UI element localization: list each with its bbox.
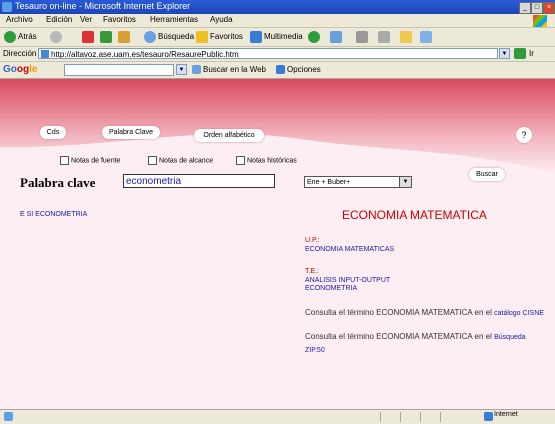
te-link-econometria[interactable]: ECONOMETRIA bbox=[305, 285, 357, 292]
search-button[interactable]: Buscar bbox=[469, 168, 505, 181]
menu-favorites[interactable]: Favoritos bbox=[103, 15, 136, 24]
print-icon bbox=[356, 30, 368, 43]
address-label: Dirección bbox=[3, 49, 37, 58]
checkbox-notas-historicas[interactable]: Notas históricas bbox=[236, 156, 297, 165]
history-icon bbox=[308, 30, 320, 43]
ie-logo-icon bbox=[2, 2, 12, 12]
favorites-button[interactable]: Favoritos bbox=[196, 30, 243, 44]
address-bar: Dirección http://altavoz.ase.uam.es/tesa… bbox=[0, 47, 555, 62]
address-url: http://altavoz.ase.uam.es/tesauro/Resaur… bbox=[51, 50, 239, 59]
term-title: ECONOMIA MATEMATICA bbox=[342, 208, 487, 222]
print-button[interactable] bbox=[356, 30, 370, 44]
google-options-button[interactable]: Opciones bbox=[276, 63, 321, 77]
google-search-input[interactable] bbox=[64, 64, 174, 76]
zone-label: Internet bbox=[494, 411, 518, 418]
refresh-icon bbox=[100, 30, 112, 43]
edit-icon bbox=[378, 30, 390, 43]
menu-help[interactable]: Ayuda bbox=[210, 15, 233, 24]
te-link-input-output[interactable]: ANALISIS INPUT-OUTPUT bbox=[305, 277, 390, 284]
globe-icon bbox=[484, 412, 493, 421]
search-mode-select[interactable]: Ene + Buber+ ▼ bbox=[304, 176, 412, 188]
checkbox-notas-alcance[interactable]: Notas de alcance bbox=[148, 156, 213, 165]
te-label: T.E.: bbox=[305, 268, 320, 275]
forward-arrow-icon bbox=[50, 30, 62, 43]
header-wave-background bbox=[0, 79, 555, 174]
close-button[interactable]: × bbox=[543, 2, 555, 14]
menu-file[interactable]: Archivo bbox=[6, 15, 33, 24]
keyword-label: Palabra clave bbox=[20, 175, 96, 190]
go-icon[interactable] bbox=[514, 48, 526, 59]
maximize-button[interactable]: □ bbox=[531, 2, 543, 14]
refresh-button[interactable] bbox=[100, 30, 114, 44]
window-title: Tesauro on-line - Microsoft Internet Exp… bbox=[15, 1, 191, 11]
checkbox-box[interactable] bbox=[60, 156, 69, 165]
tab-cds[interactable]: Cds bbox=[40, 126, 66, 139]
home-button[interactable] bbox=[118, 30, 132, 44]
back-button[interactable]: Atrás bbox=[4, 30, 37, 44]
messenger-button[interactable] bbox=[420, 30, 434, 44]
toolbar: Atrás Búsqueda Favoritos Multimedia bbox=[0, 28, 555, 47]
status-segment bbox=[440, 412, 481, 422]
status-segment bbox=[420, 412, 441, 422]
help-button[interactable]: ? bbox=[516, 127, 532, 143]
binoculars-icon bbox=[192, 65, 201, 75]
folder-button[interactable] bbox=[400, 30, 414, 44]
up-link[interactable]: ECONOMIA MATEMATICAS bbox=[305, 246, 394, 253]
status-segment bbox=[380, 412, 401, 422]
google-dropdown-icon[interactable]: ▼ bbox=[176, 64, 187, 75]
forward-button[interactable] bbox=[50, 30, 64, 44]
mail-icon bbox=[330, 30, 342, 43]
mail-button[interactable] bbox=[330, 30, 344, 44]
windows-logo-icon bbox=[533, 15, 547, 27]
home-icon bbox=[118, 30, 130, 43]
checkbox-box[interactable] bbox=[148, 156, 157, 165]
tab-palabra-clave[interactable]: Palabra Clave bbox=[102, 126, 160, 139]
multimedia-button[interactable]: Multimedia bbox=[250, 30, 303, 44]
consult-catalog-text: Consulta el término ECONOMIA MATEMATICA … bbox=[305, 308, 544, 317]
options-icon bbox=[276, 65, 285, 75]
google-toolbar: Google ▼ Buscar en la Web Opciones bbox=[0, 62, 555, 79]
stop-button[interactable] bbox=[82, 30, 96, 44]
result-list-item[interactable]: E SI ECONOMETRIA bbox=[20, 211, 87, 218]
keyword-input[interactable]: econometria bbox=[123, 174, 275, 188]
catalog-cisne-link[interactable]: catálogo CISNE bbox=[494, 310, 544, 317]
go-label[interactable]: Ir bbox=[529, 49, 534, 58]
menu-tools[interactable]: Herramientas bbox=[150, 15, 198, 24]
page-status-icon bbox=[4, 412, 13, 421]
edit-button[interactable] bbox=[378, 30, 392, 44]
search-icon bbox=[144, 30, 156, 43]
folder-icon bbox=[400, 30, 412, 43]
status-bar: Internet bbox=[0, 409, 555, 424]
up-label: U.P.: bbox=[305, 237, 320, 244]
checkbox-box[interactable] bbox=[236, 156, 245, 165]
back-arrow-icon bbox=[4, 30, 16, 43]
history-button[interactable] bbox=[308, 30, 322, 44]
page-icon bbox=[41, 50, 49, 58]
status-segment bbox=[400, 412, 421, 422]
star-icon bbox=[196, 30, 208, 43]
menu-bar: Archivo Edición Ver Favoritos Herramient… bbox=[0, 14, 555, 28]
page-content: Cds Palabra Clave Orden alfabético ? Not… bbox=[0, 79, 555, 409]
tab-orden-alfabetico[interactable]: Orden alfabético bbox=[194, 129, 264, 142]
title-bar: Tesauro on-line - Microsoft Internet Exp… bbox=[0, 0, 555, 14]
google-logo[interactable]: Google bbox=[3, 64, 37, 75]
minimize-button[interactable]: _ bbox=[519, 2, 531, 14]
stop-icon bbox=[82, 30, 94, 43]
chevron-down-icon[interactable]: ▼ bbox=[399, 177, 411, 187]
address-dropdown-icon[interactable]: ▼ bbox=[499, 48, 510, 59]
google-search-web-button[interactable]: Buscar en la Web bbox=[192, 63, 266, 77]
consult-zip-text: Consulta el término ECONOMIA MATEMATICA … bbox=[305, 332, 526, 354]
menu-edit[interactable]: Edición bbox=[46, 15, 72, 24]
search-button[interactable]: Búsqueda bbox=[144, 30, 194, 44]
checkbox-notas-fuente[interactable]: Notas de fuente bbox=[60, 156, 120, 165]
address-input[interactable]: http://altavoz.ase.uam.es/tesauro/Resaur… bbox=[38, 48, 498, 59]
menu-view[interactable]: Ver bbox=[80, 15, 92, 24]
messenger-icon bbox=[420, 30, 432, 43]
multimedia-icon bbox=[250, 30, 262, 43]
